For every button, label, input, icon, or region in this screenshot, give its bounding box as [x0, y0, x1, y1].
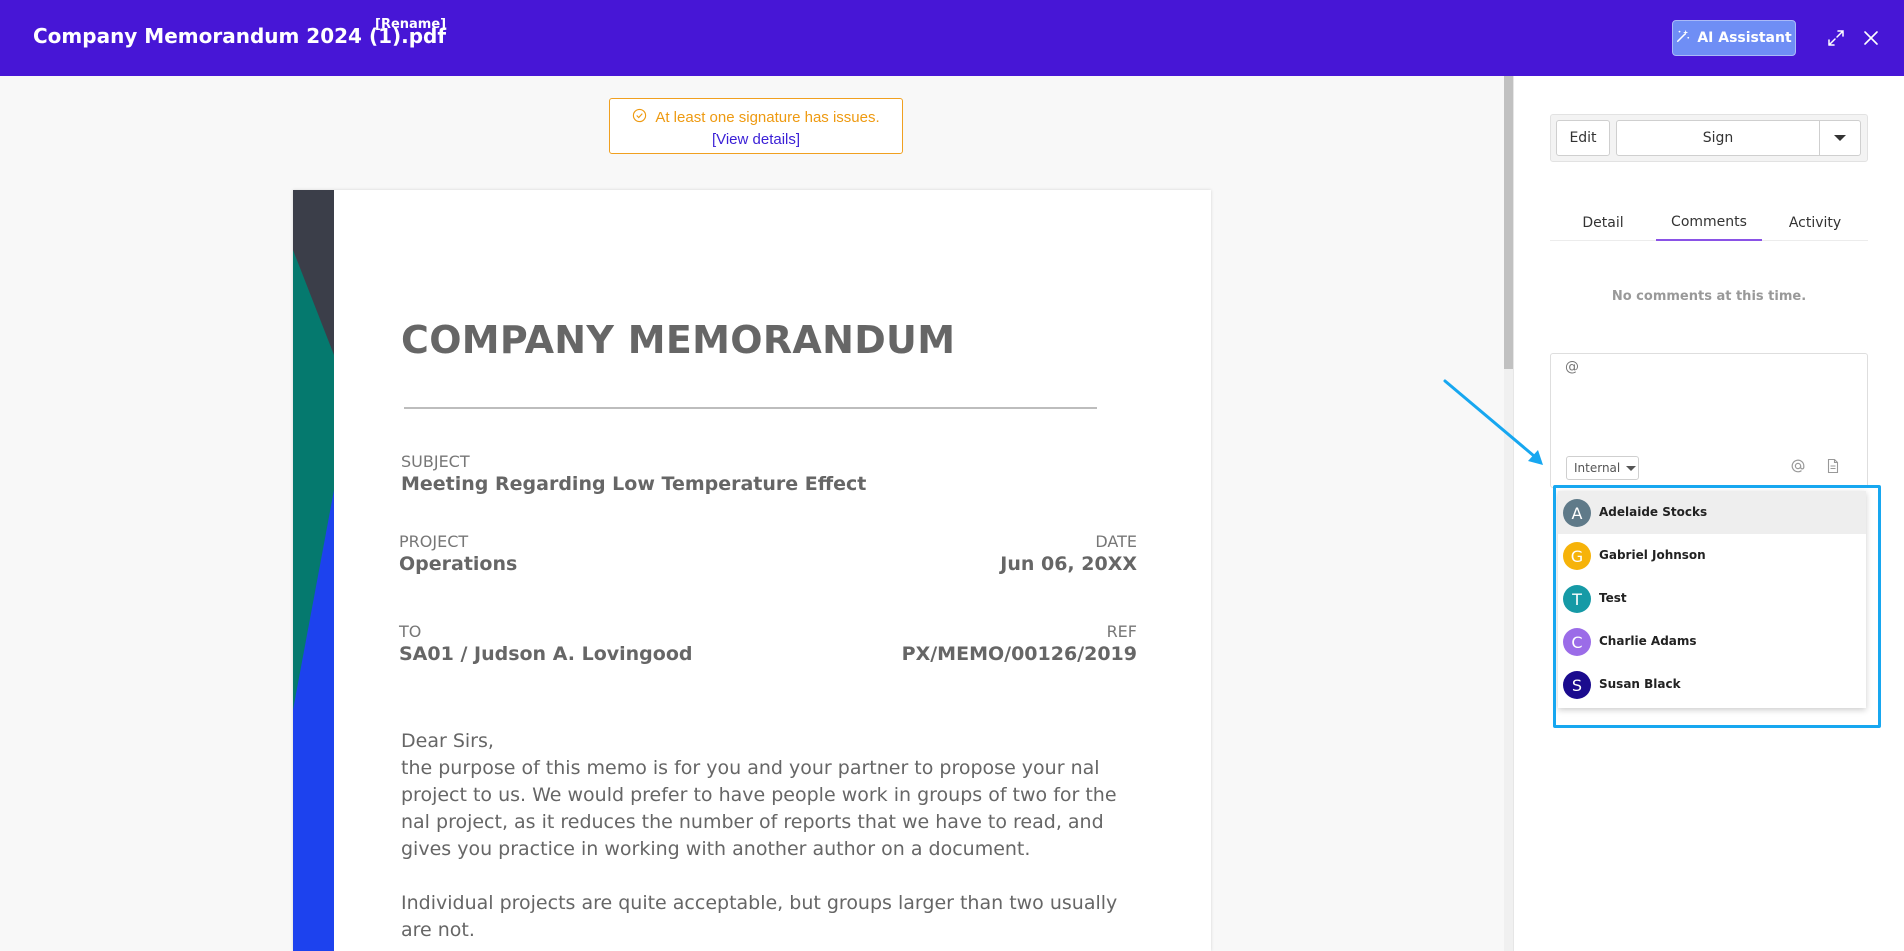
to-label: TO [399, 622, 422, 641]
avatar: A [1563, 499, 1591, 527]
signature-alert: At least one signature has issues. [View… [609, 98, 903, 154]
tab-activity[interactable]: Activity [1762, 204, 1868, 241]
avatar: T [1563, 585, 1591, 613]
viewer-scrollbar-thumb[interactable] [1504, 76, 1513, 369]
pdf-page: COMPANY MEMORANDUM SUBJECT Meeting Regar… [293, 190, 1211, 951]
sign-button[interactable]: Sign [1616, 120, 1820, 156]
top-bar: Company Memorandum 2024 (1).pdf [Rename]… [0, 0, 1904, 76]
date-value: Jun 06, 20XX [1000, 553, 1137, 575]
subject-value: Meeting Regarding Low Temperature Effect [401, 473, 867, 495]
memo-paragraph-1: Dear Sirs, the purpose of this memo is f… [401, 730, 1117, 860]
mention-name: Adelaide Stocks [1599, 505, 1708, 519]
mention-name: Susan Black [1599, 677, 1681, 691]
mention-name: Gabriel Johnson [1599, 548, 1706, 562]
avatar: C [1563, 628, 1591, 656]
visibility-select-value: Internal [1574, 461, 1621, 475]
ref-value: PX/MEMO/00126/2019 [901, 643, 1137, 665]
edit-button[interactable]: Edit [1556, 120, 1610, 156]
mention-name: Test [1599, 591, 1627, 605]
mention-name: Charlie Adams [1599, 634, 1697, 648]
view-details-link[interactable]: [View details] [610, 131, 902, 148]
project-label: PROJECT [399, 532, 469, 551]
caret-down-icon [1626, 465, 1637, 471]
ai-assistant-button[interactable]: AI Assistant [1672, 20, 1796, 56]
mention-item[interactable]: S Susan Black [1558, 663, 1866, 706]
close-icon[interactable] [1861, 28, 1881, 48]
ref-label: REF [1106, 622, 1137, 641]
mention-item[interactable]: T Test [1558, 577, 1866, 620]
page-decor-band [293, 190, 334, 951]
mention-item[interactable]: C Charlie Adams [1558, 620, 1866, 663]
mention-suggestions: A Adelaide Stocks G Gabriel Johnson T Te… [1558, 491, 1866, 708]
subject-label: SUBJECT [401, 452, 470, 471]
tab-detail[interactable]: Detail [1550, 204, 1656, 241]
memo-paragraph-2: Individual projects are quite acceptable… [401, 892, 1118, 941]
memo-title: COMPANY MEMORANDUM [401, 318, 956, 362]
mention-icon[interactable] [1790, 458, 1806, 474]
rename-link[interactable]: [Rename] [375, 17, 446, 32]
project-value: Operations [399, 553, 518, 575]
mention-item[interactable]: G Gabriel Johnson [1558, 534, 1866, 577]
avatar: S [1563, 671, 1591, 699]
attach-file-icon[interactable] [1825, 458, 1841, 474]
panel-tabs: Detail Comments Activity [1550, 204, 1868, 241]
warning-circle-icon [632, 108, 647, 127]
mention-item[interactable]: A Adelaide Stocks [1558, 491, 1866, 534]
to-value: SA01 / Judson A. Lovingood [399, 643, 693, 665]
magic-wand-icon [1676, 29, 1690, 47]
visibility-select[interactable]: Internal [1566, 456, 1639, 480]
comment-input[interactable]: @ [1565, 359, 1855, 375]
tab-comments[interactable]: Comments [1656, 204, 1762, 241]
sign-options-button[interactable] [1819, 120, 1861, 156]
ai-assistant-label: AI Assistant [1697, 30, 1792, 46]
signature-alert-message: At least one signature has issues. [655, 109, 880, 126]
memo-divider [404, 407, 1097, 409]
avatar: G [1563, 542, 1591, 570]
memo-body: Dear Sirs, the purpose of this memo is f… [401, 728, 1121, 951]
caret-down-icon [1834, 135, 1846, 141]
expand-icon[interactable] [1826, 28, 1846, 48]
date-label: DATE [1095, 532, 1137, 551]
no-comments-message: No comments at this time. [1611, 289, 1807, 304]
